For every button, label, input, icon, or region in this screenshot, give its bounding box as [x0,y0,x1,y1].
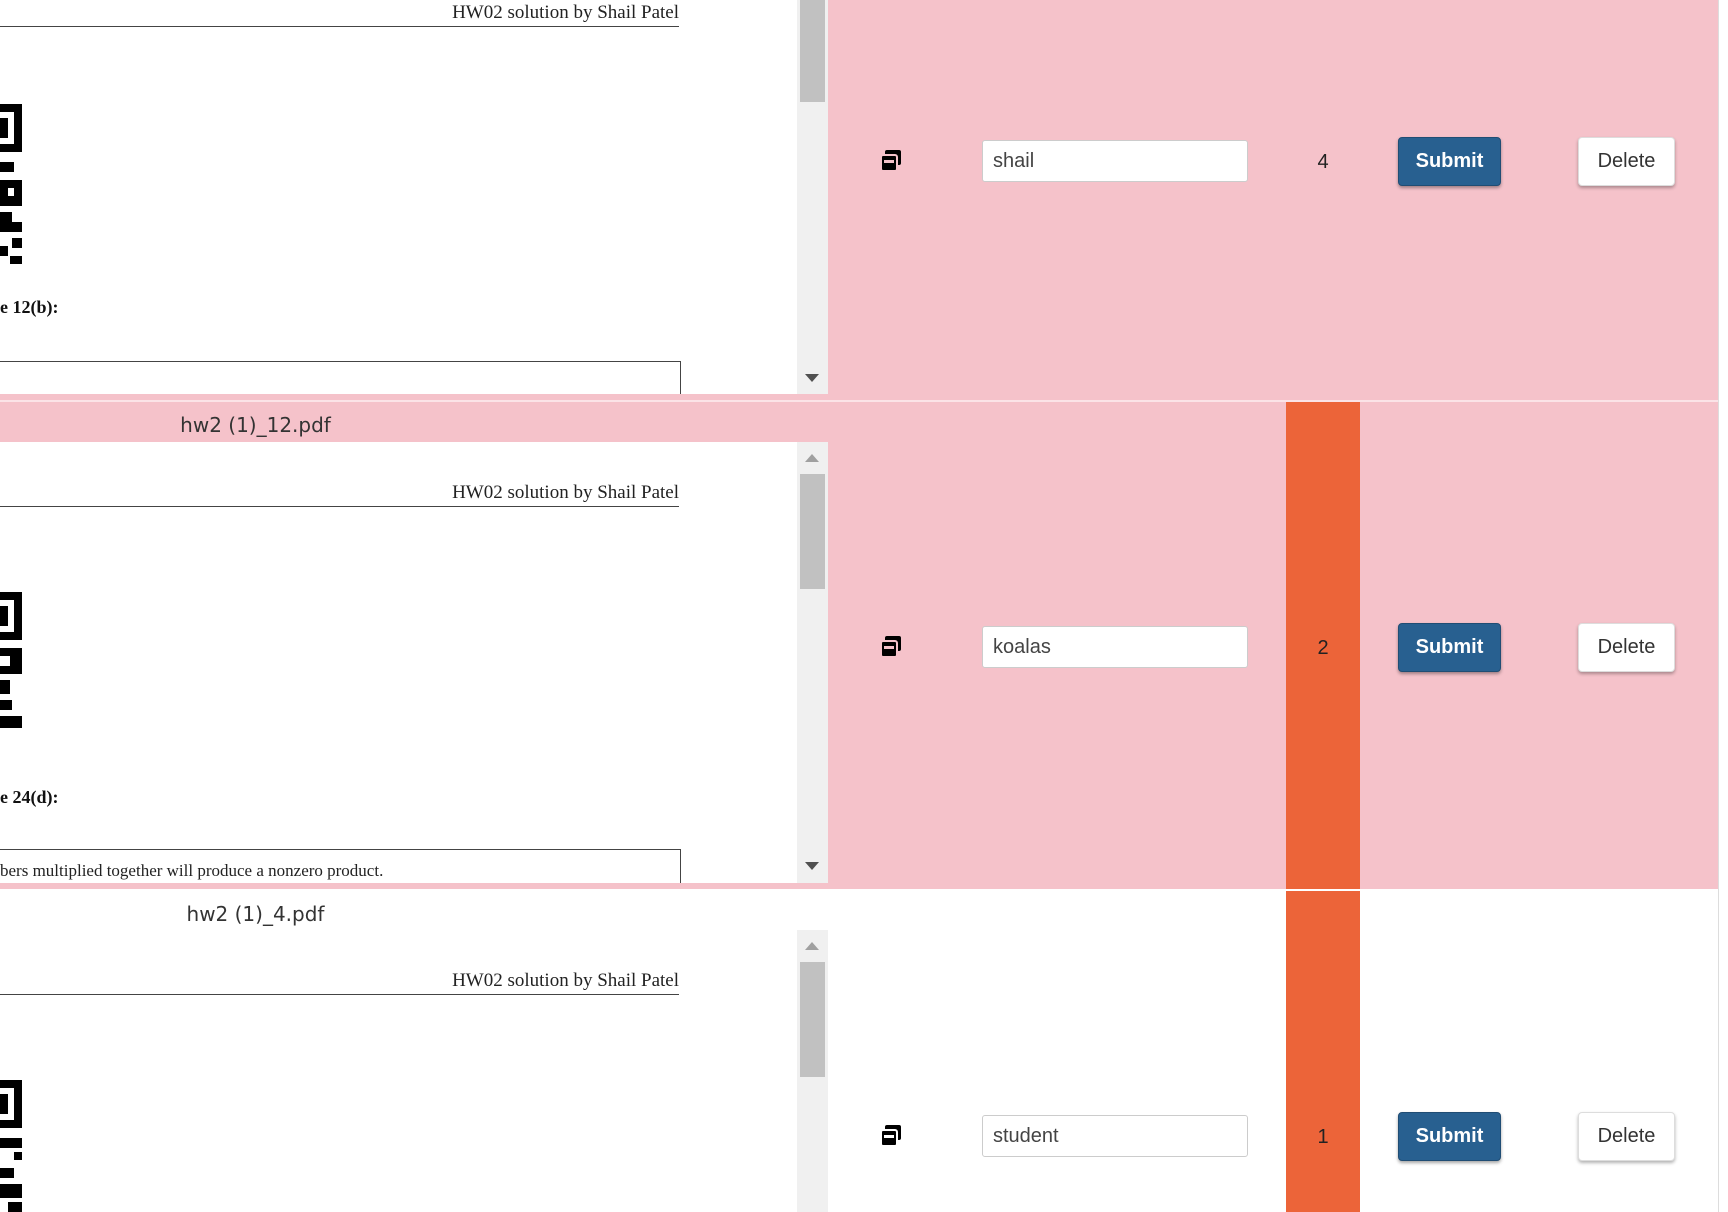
scrollbar-thumb[interactable] [800,474,825,589]
scrollbar[interactable] [797,0,828,394]
scroll-up-arrow[interactable] [805,454,819,462]
count-cell-highlight [1286,891,1360,1212]
submit-button[interactable]: Submit [1398,623,1501,672]
submit-button[interactable]: Submit [1398,1112,1501,1161]
name-input[interactable] [982,626,1248,668]
scroll-down-arrow[interactable] [805,862,819,870]
scrollbar-thumb[interactable] [800,0,825,102]
scrollbar-thumb[interactable] [800,962,825,1077]
submit-button[interactable]: Submit [1398,137,1501,186]
window-edge [1718,0,1728,1212]
answer-box [0,361,681,394]
copy-icon[interactable] [878,634,904,660]
question-label: e 24(d): [0,787,59,807]
qr-code [0,592,22,742]
pdf-header: HW02 solution by Shail Patel [0,970,679,995]
count-value: 1 [1317,1126,1329,1148]
pdf-header: HW02 solution by Shail Patel [0,2,679,27]
pdf-filename: hw2 (1)_12.pdf [180,413,331,437]
delete-button[interactable]: Delete [1578,623,1675,672]
name-input[interactable] [982,140,1248,182]
name-input[interactable] [982,1115,1248,1157]
delete-button[interactable]: Delete [1578,137,1675,186]
pdf-viewer[interactable]: HW02 solution by Shail Patel [0,930,828,1212]
count-value: 2 [1317,637,1329,659]
scroll-up-arrow[interactable] [805,942,819,950]
copy-icon[interactable] [878,148,904,174]
submission-row: hw2 (1)_12.pdf HW02 solution by Shail Pa… [0,402,1728,889]
scroll-down-arrow[interactable] [805,374,819,382]
pdf-viewer[interactable]: HW02 solution by Shail Patel e 24(d): be… [0,442,828,883]
pdf-filename: hw2 (1)_4.pdf [186,902,325,926]
copy-icon[interactable] [878,1123,904,1149]
scrollbar[interactable] [797,930,828,1212]
delete-button[interactable]: Delete [1578,1112,1675,1161]
count-value: 4 [1317,151,1329,173]
question-label: e 12(b): [0,297,59,317]
answer-text: bers multiplied together will produce a … [0,861,384,880]
qr-code [0,104,22,264]
submission-row: hw2 (1)_4.pdf HW02 solution by Shail Pat… [0,891,1728,1212]
scrollbar[interactable] [797,442,828,883]
pdf-viewer[interactable]: HW02 solution by Shail Patel e 12(b): [0,0,828,394]
submission-row: HW02 solution by Shail Patel e 12(b): sh… [0,0,1728,400]
page: HW02 solution by Shail Patel e 12(b): sh… [0,0,1728,1212]
pdf-header: HW02 solution by Shail Patel [0,482,679,507]
qr-code [0,1080,22,1212]
